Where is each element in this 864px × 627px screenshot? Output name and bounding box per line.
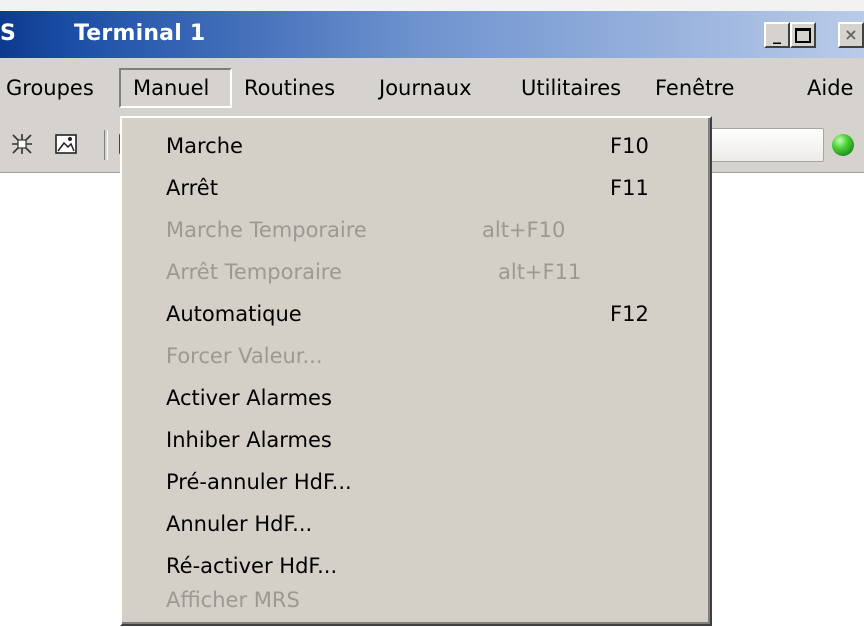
snowflake-grid-icon[interactable] [10,132,34,156]
close-icon: × [844,25,858,44]
window-title: Terminal 1 [74,21,206,46]
menu-aide[interactable]: Aide [801,68,859,108]
minimize-icon: _ [773,25,781,44]
image-icon[interactable] [54,132,78,156]
menu-item-marche-temporaire: Marche Temporaire alt+F10 [122,210,708,250]
menu-item-arret-temporaire: Arrêt Temporaire alt+F11 [122,252,708,292]
window-top-edge [0,0,864,11]
menu-item-pre-annuler-hdf[interactable]: Pré-annuler HdF... [122,462,708,502]
app-abbreviation: S [0,21,16,46]
minimize-button[interactable]: _ [764,22,790,48]
menu-item-label: Arrêt [166,176,218,200]
menu-item-shortcut: F11 [610,176,649,200]
menu-routines[interactable]: Routines [238,68,341,108]
menu-journaux[interactable]: Journaux [373,68,478,108]
toolbar-separator [104,130,108,160]
menu-item-automatique[interactable]: Automatique F12 [122,294,708,334]
menu-item-label: Afficher MRS [166,588,300,612]
menu-item-label: Pré-annuler HdF... [166,470,352,494]
menu-groupes[interactable]: Groupes [0,68,100,108]
menu-item-activer-alarmes[interactable]: Activer Alarmes [122,378,708,418]
menu-item-label: Marche Temporaire [166,218,367,242]
menu-item-label: Marche [166,134,243,158]
menu-item-afficher-mrs: Afficher MRS [122,580,708,620]
menu-item-label: Forcer Valeur... [166,344,323,368]
title-bar[interactable]: S Terminal 1 _ × [0,11,864,58]
menu-item-annuler-hdf[interactable]: Annuler HdF... [122,504,708,544]
menu-item-shortcut: F10 [610,134,649,158]
menu-item-shortcut: alt+F11 [498,260,582,284]
menu-item-label: Inhiber Alarmes [166,428,332,452]
menu-item-marche[interactable]: Marche F10 [122,126,708,166]
menu-item-label: Annuler HdF... [166,512,313,536]
menu-item-inhiber-alarmes[interactable]: Inhiber Alarmes [122,420,708,460]
menu-item-label: Arrêt Temporaire [166,260,342,284]
menu-bar: Groupes Manuel Routines Journaux Utilita… [0,58,864,120]
menu-item-shortcut: alt+F10 [482,218,566,242]
manuel-dropdown-menu: Marche F10 Arrêt F11 Marche Temporaire a… [120,116,712,626]
status-led-icon [832,134,854,156]
menu-item-shortcut: F12 [610,302,649,326]
menu-utilitaires[interactable]: Utilitaires [515,68,627,108]
menu-manuel[interactable]: Manuel [119,68,232,108]
menu-item-label: Automatique [166,302,302,326]
close-button[interactable]: × [838,22,864,48]
maximize-button[interactable] [790,22,816,48]
maximize-icon [795,28,811,43]
menu-item-arret[interactable]: Arrêt F11 [122,168,708,208]
menu-fenetre[interactable]: Fenêtre [649,68,740,108]
menu-item-forcer-valeur: Forcer Valeur... [122,336,708,376]
menu-item-label: Activer Alarmes [166,386,332,410]
